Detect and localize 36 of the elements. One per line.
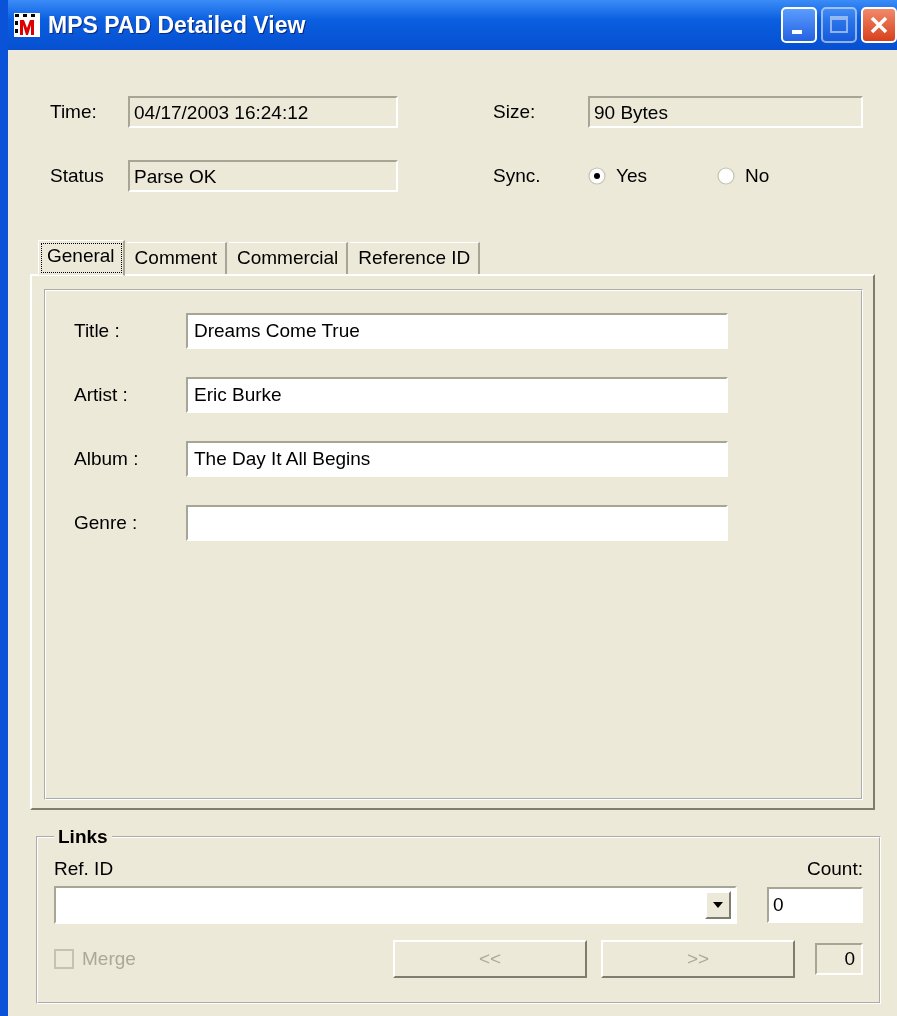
radio-label: Yes [616,165,647,187]
field-label: Album : [73,448,140,470]
dropdown-button[interactable] [705,891,731,919]
text-field[interactable]: Eric Burke [186,377,728,413]
tab[interactable]: Commercial [228,242,349,274]
radio-button[interactable] [588,167,606,185]
count-label: Count: [807,858,863,880]
index-field: 0 [815,943,863,975]
radio-button[interactable] [717,167,735,185]
size-field: 90 Bytes [588,96,863,128]
text-field[interactable]: Dreams Come True [186,313,728,349]
count-field[interactable]: 0 [767,887,863,923]
field-label: Genre : [73,512,139,534]
radio-label: No [745,165,770,187]
tab[interactable]: General [38,240,125,276]
minimize-icon [792,30,802,34]
field-label: Artist : [73,384,129,406]
checkbox-label: Merge [82,948,136,970]
time-field: 04/17/2003 16:24:12 [128,96,398,128]
text-field[interactable] [186,505,728,541]
status-field: Parse OK [128,160,398,192]
text-field[interactable]: The Day It All Begins [186,441,728,477]
ref-id-label: Ref. ID [54,858,114,880]
window-title: MPS PAD Detailed View [48,11,307,39]
time-label: Time: [49,101,98,123]
group-title: Links [57,826,109,848]
size-label: Size: [493,101,537,123]
field-label: Title : [73,320,121,342]
tab[interactable]: Comment [126,242,227,274]
minimize-button[interactable] [781,7,817,43]
tab[interactable]: Reference ID [350,242,481,274]
caret-icon [712,901,724,909]
app-icon [14,13,40,37]
sync-label: Sync. [493,165,542,187]
close-button[interactable] [861,7,897,43]
status-label: Status [49,165,105,187]
